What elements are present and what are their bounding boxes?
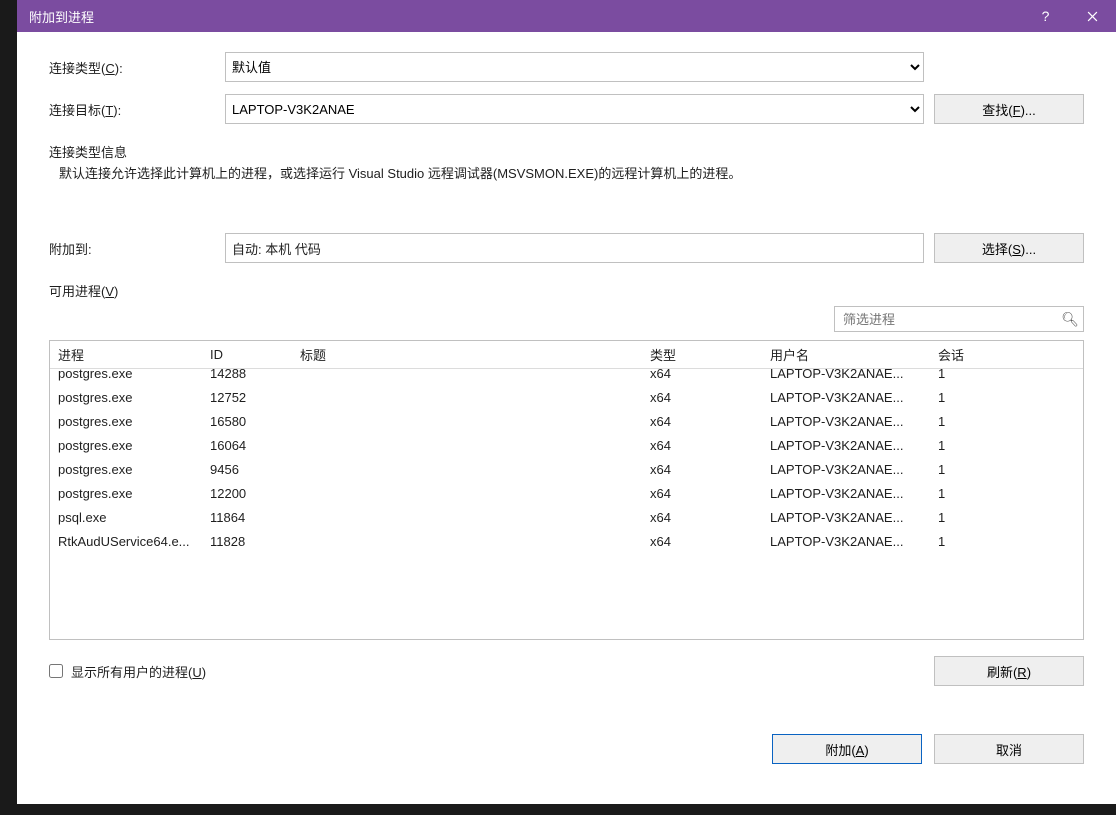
cell-user: LAPTOP-V3K2ANAE... <box>770 534 938 549</box>
cell-proc: postgres.exe <box>50 414 210 429</box>
connection-type-info-text: 默认连接允许选择此计算机上的进程，或选择运行 Visual Studio 远程调… <box>49 165 1084 183</box>
cell-type: x64 <box>650 369 770 381</box>
cell-proc: postgres.exe <box>50 438 210 453</box>
show-all-users-checkbox[interactable]: 显示所有用户的进程(U) <box>49 662 206 681</box>
cell-sess: 1 <box>938 486 998 501</box>
cell-id: 16064 <box>210 438 300 453</box>
cell-sess: 1 <box>938 510 998 525</box>
table-row[interactable]: psql.exe11864 x64LAPTOP-V3K2ANAE...1 <box>50 505 1083 529</box>
cell-id: 11828 <box>210 534 300 549</box>
cell-type: x64 <box>650 510 770 525</box>
cell-type: x64 <box>650 390 770 405</box>
cell-sess: 1 <box>938 414 998 429</box>
titlebar: 附加到进程 ? <box>17 0 1116 32</box>
close-button[interactable] <box>1069 0 1116 32</box>
cell-type: x64 <box>650 534 770 549</box>
table-row[interactable]: postgres.exe12200 x64LAPTOP-V3K2ANAE...1 <box>50 481 1083 505</box>
table-row[interactable]: RtkAudUService64.e...11828 x64LAPTOP-V3K2… <box>50 529 1083 553</box>
table-row[interactable]: postgres.exe9456 x64LAPTOP-V3K2ANAE...1 <box>50 457 1083 481</box>
col-title[interactable]: 标题 <box>300 345 650 364</box>
cell-type: x64 <box>650 462 770 477</box>
cell-proc: RtkAudUService64.e... <box>50 534 210 549</box>
cell-proc: postgres.exe <box>50 369 210 381</box>
cell-sess: 1 <box>938 534 998 549</box>
table-row[interactable]: postgres.exe16064 x64LAPTOP-V3K2ANAE...1 <box>50 433 1083 457</box>
cell-id: 12752 <box>210 390 300 405</box>
cell-user: LAPTOP-V3K2ANAE... <box>770 438 938 453</box>
cell-proc: postgres.exe <box>50 486 210 501</box>
connection-type-select[interactable]: 默认值 <box>225 52 924 82</box>
table-row[interactable]: postgres.exe12752 x64LAPTOP-V3K2ANAE...1 <box>50 385 1083 409</box>
cell-user: LAPTOP-V3K2ANAE... <box>770 414 938 429</box>
attach-button[interactable]: 附加(A) <box>772 734 922 764</box>
table-row[interactable]: postgres.exe14288 x64LAPTOP-V3K2ANAE...1 <box>50 369 1083 385</box>
cell-id: 16580 <box>210 414 300 429</box>
cancel-button[interactable]: 取消 <box>934 734 1084 764</box>
table-body[interactable]: PerfWatson2.exe18396托管(v4.0.303...LAPTOP… <box>50 369 1083 639</box>
table-row[interactable] <box>50 577 1083 601</box>
filter-processes-box[interactable]: 🔍︎ <box>834 306 1084 332</box>
search-icon: 🔍︎ <box>1061 311 1079 328</box>
cell-user: LAPTOP-V3K2ANAE... <box>770 510 938 525</box>
cell-user: LAPTOP-V3K2ANAE... <box>770 390 938 405</box>
show-all-users-input[interactable] <box>49 664 63 678</box>
connection-type-label: 连接类型(C): <box>49 58 225 77</box>
cell-id: 9456 <box>210 462 300 477</box>
cell-sess: 1 <box>938 438 998 453</box>
cell-user: LAPTOP-V3K2ANAE... <box>770 486 938 501</box>
cell-user: LAPTOP-V3K2ANAE... <box>770 369 938 381</box>
cell-type: x64 <box>650 486 770 501</box>
cell-type: x64 <box>650 414 770 429</box>
find-button[interactable]: 查找(F)... <box>934 94 1084 124</box>
cell-user: LAPTOP-V3K2ANAE... <box>770 462 938 477</box>
col-process[interactable]: 进程 <box>50 345 210 364</box>
cell-type: x64 <box>650 438 770 453</box>
connection-target-label: 连接目标(T): <box>49 100 225 119</box>
table-row[interactable] <box>50 625 1083 639</box>
attach-to-process-dialog: 附加到进程 ? 连接类型(C): 默认值 连接目标(T): LAPTOP-V3K… <box>17 0 1116 804</box>
table-row[interactable]: postgres.exe16580 x64LAPTOP-V3K2ANAE...1 <box>50 409 1083 433</box>
filter-processes-input[interactable] <box>843 312 1061 327</box>
table-header: 进程 ID 标题 类型 用户名 会话 <box>50 341 1083 369</box>
cell-sess: 1 <box>938 369 998 381</box>
col-user[interactable]: 用户名 <box>770 345 938 364</box>
cell-id: 14288 <box>210 369 300 381</box>
connection-type-info-header: 连接类型信息 <box>49 142 1084 161</box>
connection-target-select[interactable]: LAPTOP-V3K2ANAE <box>225 94 924 124</box>
cell-sess: 1 <box>938 390 998 405</box>
cell-id: 12200 <box>210 486 300 501</box>
table-row[interactable] <box>50 601 1083 625</box>
cell-proc: postgres.exe <box>50 462 210 477</box>
show-all-users-label: 显示所有用户的进程(U) <box>71 662 206 681</box>
help-button[interactable]: ? <box>1022 0 1069 32</box>
window-title: 附加到进程 <box>29 7 94 26</box>
col-id[interactable]: ID <box>210 347 300 362</box>
cell-proc: psql.exe <box>50 510 210 525</box>
table-row[interactable] <box>50 553 1083 577</box>
col-type[interactable]: 类型 <box>650 345 770 364</box>
select-button[interactable]: 选择(S)... <box>934 233 1084 263</box>
process-table: 进程 ID 标题 类型 用户名 会话 PerfWatson2.exe18396托… <box>49 340 1084 640</box>
attach-to-value: 自动: 本机 代码 <box>232 239 321 258</box>
close-icon <box>1087 11 1098 22</box>
cell-proc: postgres.exe <box>50 390 210 405</box>
attach-to-label: 附加到: <box>49 239 225 258</box>
cell-sess: 1 <box>938 462 998 477</box>
available-processes-label: 可用进程(V) <box>49 281 1084 300</box>
refresh-button[interactable]: 刷新(R) <box>934 656 1084 686</box>
col-session[interactable]: 会话 <box>938 345 998 364</box>
attach-to-field[interactable]: 自动: 本机 代码 <box>225 233 924 263</box>
cell-id: 11864 <box>210 510 300 525</box>
